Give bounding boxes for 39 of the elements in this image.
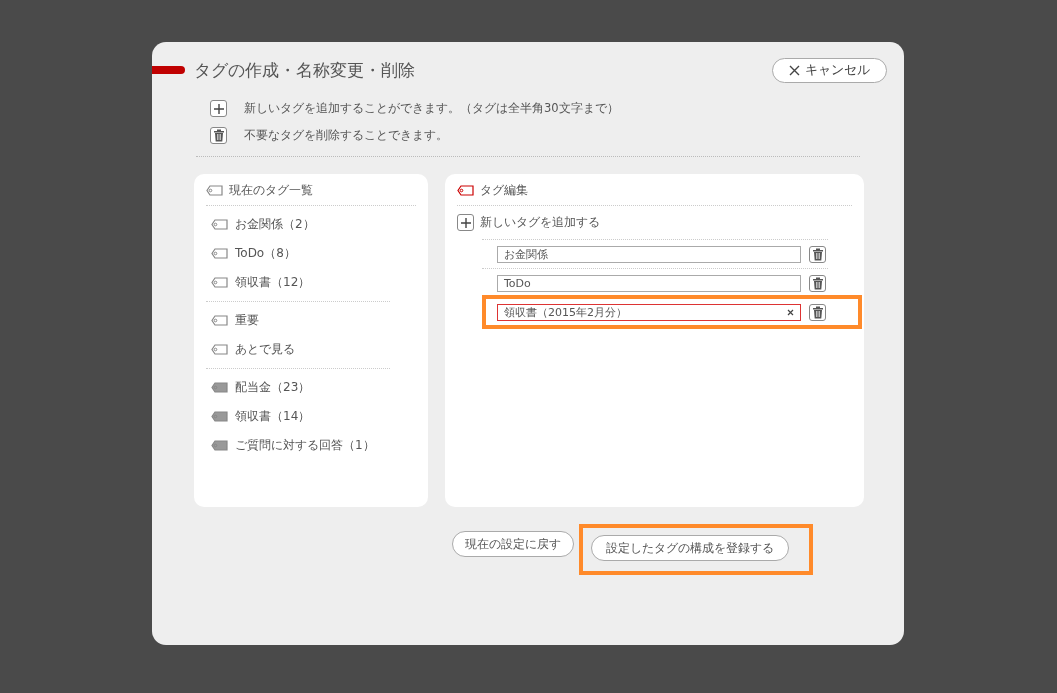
tag-icon <box>211 315 228 326</box>
tag-name-field[interactable]: ToDo <box>497 274 801 292</box>
delete-button[interactable] <box>809 303 826 321</box>
action-button[interactable]: 現在の設定に戻す <box>452 531 574 557</box>
hint-text: 新しいタグを追加することができます。（タグは全半角30文字まで） <box>244 101 619 116</box>
tag-item[interactable]: 領収書（12） <box>235 274 311 291</box>
panel-title: タグ編集 <box>480 181 528 199</box>
tag-icon <box>457 184 474 196</box>
clear-icon[interactable] <box>787 308 794 316</box>
tag-name-field[interactable]: 領収書（2015年2月分） <box>497 303 801 321</box>
add-tag-button[interactable] <box>457 214 474 231</box>
delete-button[interactable] <box>809 274 826 292</box>
add-tag-label: 新しいタグを追加する <box>480 214 600 231</box>
close-icon <box>789 64 800 76</box>
delete-button[interactable] <box>809 245 826 263</box>
hint-text: 不要なタグを削除することできます。 <box>244 128 448 143</box>
cancel-button[interactable]: キャンセル <box>772 57 887 83</box>
tag-item[interactable]: ToDo（8） <box>235 245 296 262</box>
tag-item[interactable]: あとで見る <box>235 341 295 358</box>
tag-item[interactable]: 領収書（14） <box>235 408 311 425</box>
delete-icon <box>210 127 227 144</box>
tag-icon <box>211 411 228 422</box>
tag-icon <box>211 344 228 355</box>
tag-item[interactable]: ご質問に対する回答（1） <box>235 437 375 454</box>
tag-name-field[interactable]: お金関係 <box>497 245 801 263</box>
tag-item[interactable]: 配当金（23） <box>235 379 311 396</box>
tag-item[interactable]: 重要 <box>235 312 259 329</box>
tag-item[interactable]: お金関係（2） <box>235 216 315 233</box>
tag-icon <box>211 277 228 288</box>
tag-icon <box>211 440 228 451</box>
tag-icon <box>206 184 223 196</box>
tag-icon <box>211 382 228 393</box>
action-button[interactable]: 設定したタグの構成を登録する <box>591 535 789 561</box>
panel-title: 現在のタグ一覧 <box>229 181 313 199</box>
tag-icon <box>211 248 228 259</box>
add-icon <box>210 100 227 117</box>
dialog-title: タグの作成・名称変更・削除 <box>194 58 415 82</box>
tag-icon <box>211 219 228 230</box>
accent-bar <box>152 66 185 74</box>
